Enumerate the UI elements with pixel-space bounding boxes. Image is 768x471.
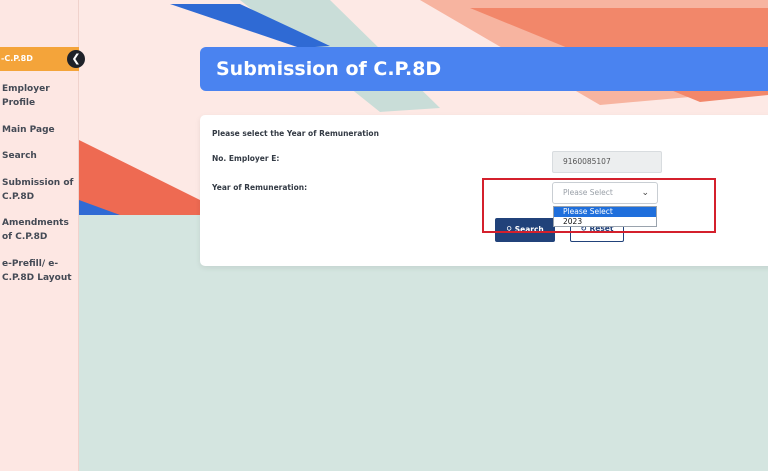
employer-label: No. Employer E: <box>212 154 280 163</box>
sidebar-collapse-button[interactable]: ❮ <box>67 50 85 68</box>
sidebar-item-main-page[interactable]: Main Page <box>2 123 77 137</box>
sidebar-item-search[interactable]: Search <box>2 149 77 163</box>
page-title: Submission of C.P.8D <box>200 47 768 91</box>
sidebar-item-submission[interactable]: Submission of C.P.8D <box>2 176 77 204</box>
sidebar-item-employer-profile[interactable]: Employer Profile <box>2 82 77 110</box>
sidebar-item-eprefill[interactable]: e-Prefill/ e-C.P.8D Layout <box>2 257 77 285</box>
sidebar: -C.P.8D Employer Profile Main Page Searc… <box>0 0 79 471</box>
sidebar-item-amendments[interactable]: Amendments of C.P.8D <box>2 216 77 244</box>
chevron-left-icon: ❮ <box>71 52 81 65</box>
highlight-box <box>482 178 716 233</box>
form-prompt: Please select the Year of Remuneration <box>212 129 379 138</box>
year-label: Year of Remuneration: <box>212 183 308 192</box>
employer-number-field: 9160085107 <box>552 151 662 173</box>
